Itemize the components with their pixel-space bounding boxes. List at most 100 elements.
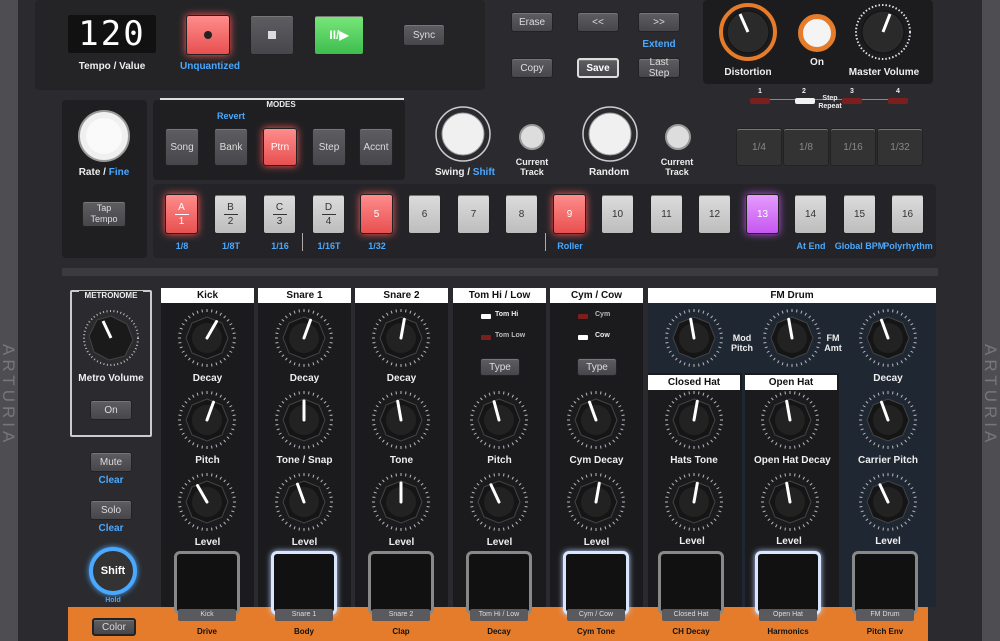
step-14-number: 14 bbox=[804, 208, 817, 220]
step-6-number: 6 bbox=[421, 208, 428, 220]
distortion-on-button[interactable] bbox=[798, 14, 836, 52]
carrier-pitch-knob[interactable] bbox=[858, 390, 918, 450]
open-hat-pad[interactable] bbox=[755, 551, 821, 615]
closed-hat-pad[interactable] bbox=[658, 551, 724, 615]
snare-2-pad[interactable] bbox=[368, 551, 434, 615]
tom-hi-low-k3-label: Level bbox=[486, 537, 513, 548]
cym-cow-pad[interactable] bbox=[563, 551, 629, 615]
step-16-number: 16 bbox=[901, 208, 914, 220]
open-hat-decay-knob[interactable] bbox=[760, 390, 820, 450]
save-button[interactable]: Save bbox=[577, 58, 619, 78]
accent-button[interactable]: Accnt bbox=[359, 128, 393, 166]
erase-button[interactable]: Erase bbox=[511, 12, 553, 32]
song-button[interactable]: Song bbox=[165, 128, 199, 166]
step-button-15[interactable]: 15 bbox=[843, 194, 876, 234]
tom-type-button[interactable]: Type bbox=[480, 358, 520, 376]
stop-button[interactable] bbox=[250, 15, 294, 55]
closed-hat-header: Closed Hat bbox=[648, 375, 740, 390]
metro-volume-knob[interactable] bbox=[81, 308, 141, 368]
fm-decay-label: Decay bbox=[873, 373, 903, 384]
step-button-16[interactable]: 16 bbox=[891, 194, 924, 234]
solo-button[interactable]: Solo bbox=[90, 500, 132, 520]
copy-button[interactable]: Copy bbox=[511, 58, 553, 78]
brand-left: ARTURIA bbox=[0, 343, 18, 447]
tom-hi-low-pitch-knob[interactable] bbox=[469, 390, 529, 450]
div-1-8-button[interactable]: 1/8 bbox=[783, 128, 829, 166]
ptrn-button[interactable]: Ptrn bbox=[263, 128, 297, 166]
master-volume-knob[interactable] bbox=[853, 2, 913, 62]
step-button-6[interactable]: 6 bbox=[408, 194, 441, 234]
rewind-button[interactable]: << bbox=[577, 12, 619, 32]
kick-decay-knob[interactable] bbox=[177, 308, 237, 368]
step-button-10[interactable]: 10 bbox=[601, 194, 634, 234]
sync-button[interactable]: Sync bbox=[403, 24, 445, 46]
snare-1-tone-snap-knob[interactable] bbox=[274, 390, 334, 450]
bank-button[interactable]: Bank bbox=[214, 128, 248, 166]
rate-knob[interactable] bbox=[74, 106, 134, 166]
step-button-8[interactable]: 8 bbox=[505, 194, 538, 234]
lower-divider bbox=[62, 268, 938, 276]
snare-1-level-knob[interactable] bbox=[274, 472, 334, 532]
cym-cow-strip-label: Cym Tone bbox=[576, 627, 616, 636]
mute-button[interactable]: Mute bbox=[90, 452, 132, 472]
snare-1-pad[interactable] bbox=[271, 551, 337, 615]
tom-hi-low-header: Tom Hi / Low bbox=[453, 288, 546, 303]
step-button-3[interactable]: C3 bbox=[263, 194, 296, 234]
distortion-knob[interactable] bbox=[718, 2, 778, 62]
brand-right: ARTURIA bbox=[981, 343, 1000, 447]
kick-k2-label: Pitch bbox=[195, 455, 220, 466]
step-button-9[interactable]: 9 bbox=[553, 194, 586, 234]
closed-hat-level-knob[interactable] bbox=[664, 472, 724, 532]
last-step-button[interactable]: Last Step bbox=[638, 57, 680, 79]
shift-button[interactable]: Shift bbox=[89, 547, 137, 595]
div-1-16-button[interactable]: 1/16 bbox=[830, 128, 876, 166]
carrier-pitch-label: Carrier Pitch bbox=[857, 455, 919, 466]
cow-led bbox=[578, 335, 588, 340]
hats-tone-knob[interactable] bbox=[664, 390, 724, 450]
swing-knob[interactable] bbox=[433, 104, 493, 164]
step-button-2[interactable]: B2 bbox=[214, 194, 247, 234]
step-button-4[interactable]: D4 bbox=[312, 194, 345, 234]
current-track-button-a[interactable] bbox=[519, 124, 545, 150]
step-button-7[interactable]: 7 bbox=[457, 194, 490, 234]
div-1-32-button[interactable]: 1/32 bbox=[877, 128, 923, 166]
tap-tempo-button[interactable]: Tap Tempo bbox=[82, 201, 126, 227]
snare-2-tone-knob[interactable] bbox=[371, 390, 431, 450]
kick-level-knob[interactable] bbox=[177, 472, 237, 532]
step-button-12[interactable]: 12 bbox=[698, 194, 731, 234]
tom-hi-low-pad-tab: Tom Hi / Low bbox=[470, 609, 528, 621]
fm-level-knob[interactable] bbox=[858, 472, 918, 532]
open-hat-level-knob[interactable] bbox=[760, 472, 820, 532]
tom-hi-low-pad[interactable] bbox=[466, 551, 532, 615]
current-track-button-b[interactable] bbox=[665, 124, 691, 150]
cym-cow-cym-decay-knob[interactable] bbox=[566, 390, 626, 450]
random-knob[interactable] bbox=[580, 104, 640, 164]
step-button-1[interactable]: A1 bbox=[165, 194, 198, 234]
cym-type-button[interactable]: Type bbox=[577, 358, 617, 376]
div-1-4-button[interactable]: 1/4 bbox=[736, 128, 782, 166]
metronome-on-button[interactable]: On bbox=[90, 400, 132, 420]
step-mode-button[interactable]: Step bbox=[312, 128, 346, 166]
fm-amt-knob[interactable] bbox=[762, 308, 822, 368]
step-button-13[interactable]: 13 bbox=[746, 194, 779, 234]
snare-2-level-knob[interactable] bbox=[371, 472, 431, 532]
tom-hi-low-level-knob[interactable] bbox=[469, 472, 529, 532]
step-button-5[interactable]: 5 bbox=[360, 194, 393, 234]
record-button[interactable] bbox=[186, 15, 230, 55]
kick-pitch-knob[interactable] bbox=[177, 390, 237, 450]
distortion-on-label: On bbox=[810, 57, 824, 68]
forward-button[interactable]: >> bbox=[638, 12, 680, 32]
mod-pitch-knob[interactable] bbox=[664, 308, 724, 368]
fm-decay-knob[interactable] bbox=[858, 308, 918, 368]
play-pause-button[interactable]: II/▶ bbox=[314, 15, 364, 55]
snare-2-decay-knob[interactable] bbox=[371, 308, 431, 368]
cym-cow-level-knob[interactable] bbox=[566, 472, 626, 532]
step-button-11[interactable]: 11 bbox=[650, 194, 683, 234]
snare-1-decay-knob[interactable] bbox=[274, 308, 334, 368]
kick-pad[interactable] bbox=[174, 551, 240, 615]
fm-drum-pad[interactable] bbox=[852, 551, 918, 615]
step-5-sub-label: 1/32 bbox=[368, 241, 386, 251]
step-10-number: 10 bbox=[611, 208, 624, 220]
color-button[interactable]: Color bbox=[92, 618, 136, 636]
step-button-14[interactable]: 14 bbox=[794, 194, 827, 234]
